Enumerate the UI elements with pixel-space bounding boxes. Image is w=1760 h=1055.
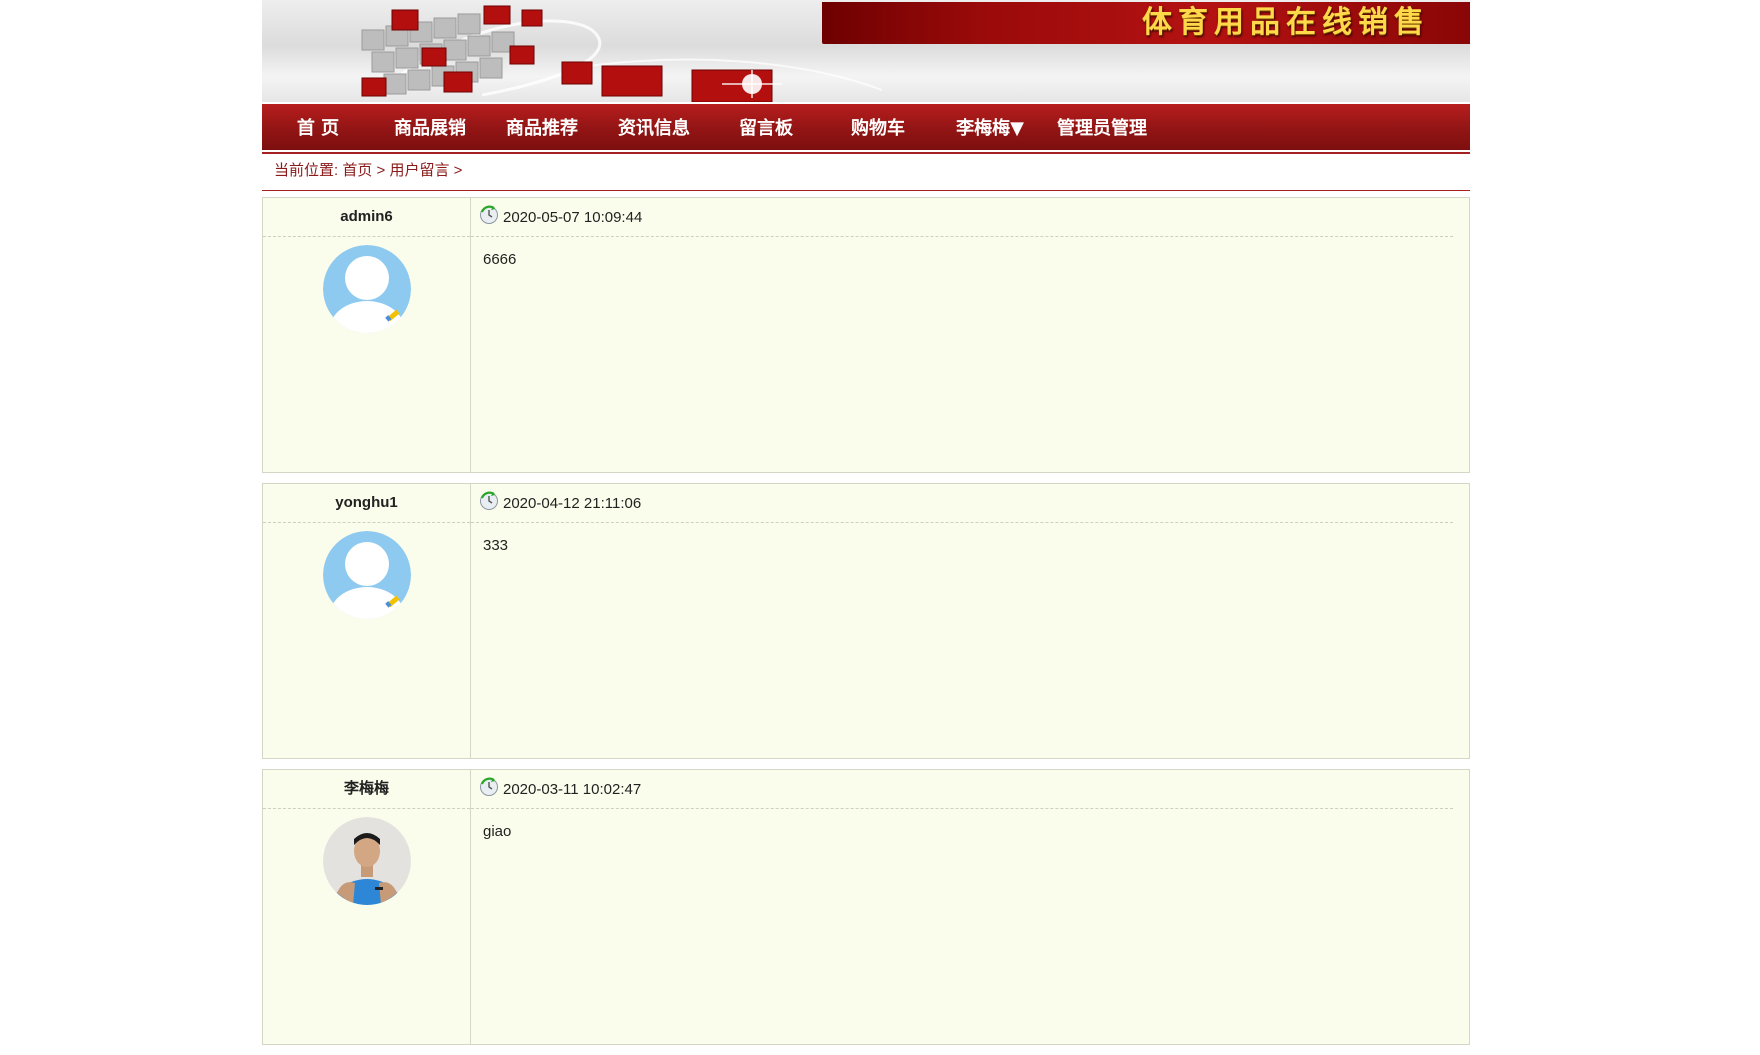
main-nav: 首 页 商品展销 商品推荐 资讯信息 留言板 购物车 李梅梅▼ 管理员管理 xyxy=(262,104,1470,152)
breadcrumb: 当前位置: 首页 > 用户留言 > xyxy=(262,152,1470,191)
message-body: 333 xyxy=(483,537,509,554)
message-time: 2020-05-07 10:09:44 xyxy=(503,208,643,226)
message-time: 2020-04-12 21:11:06 xyxy=(503,494,642,512)
nav-products[interactable]: 商品展销 xyxy=(374,114,486,140)
nav-user-menu[interactable]: 李梅梅▼ xyxy=(934,114,1046,140)
clock-refresh-icon xyxy=(479,205,499,229)
nav-recommend[interactable]: 商品推荐 xyxy=(486,114,598,140)
site-title: 体育用品在线销售 xyxy=(1142,5,1430,40)
photo-avatar xyxy=(322,817,411,905)
message-list: admin6 2020-05-07 10:09:44 6666 yonghu1 … xyxy=(262,197,1470,1045)
message-item: 李梅梅 2020-03-11 10:02:47 giao xyxy=(262,769,1470,1045)
message-author-panel: admin6 xyxy=(263,198,471,472)
message-content-panel: 2020-03-11 10:02:47 giao xyxy=(471,770,1469,1044)
default-avatar xyxy=(322,245,411,333)
message-body: giao xyxy=(483,823,512,840)
clock-refresh-icon xyxy=(479,777,499,801)
message-content-panel: 2020-05-07 10:09:44 6666 xyxy=(471,198,1469,472)
message-author-panel: 李梅梅 xyxy=(263,770,471,1044)
site-banner: 体育用品在线销售 xyxy=(262,0,1470,102)
message-username: admin6 xyxy=(263,198,470,237)
clock-refresh-icon xyxy=(479,491,499,515)
breadcrumb-home-link[interactable]: 首页 xyxy=(342,162,372,179)
message-meta: 2020-04-12 21:11:06 xyxy=(471,484,1453,523)
nav-cart[interactable]: 购物车 xyxy=(822,114,934,140)
breadcrumb-prefix: 当前位置: xyxy=(274,162,343,179)
nav-admin[interactable]: 管理员管理 xyxy=(1046,114,1158,140)
message-item: yonghu1 2020-04-12 21:11:06 333 xyxy=(262,483,1470,759)
message-username: yonghu1 xyxy=(263,484,470,523)
message-time: 2020-03-11 10:02:47 xyxy=(503,780,642,798)
message-meta: 2020-05-07 10:09:44 xyxy=(471,198,1453,237)
message-author-panel: yonghu1 xyxy=(263,484,471,758)
nav-home[interactable]: 首 页 xyxy=(262,114,374,140)
message-content-panel: 2020-04-12 21:11:06 333 xyxy=(471,484,1469,758)
default-avatar xyxy=(322,531,411,619)
message-username: 李梅梅 xyxy=(263,770,470,809)
breadcrumb-current-link[interactable]: 用户留言 xyxy=(389,162,449,179)
message-item: admin6 2020-05-07 10:09:44 6666 xyxy=(262,197,1470,473)
message-body: 6666 xyxy=(483,251,517,268)
message-meta: 2020-03-11 10:02:47 xyxy=(471,770,1453,809)
breadcrumb-separator: > xyxy=(372,162,390,179)
nav-guestbook[interactable]: 留言板 xyxy=(710,114,822,140)
breadcrumb-separator: > xyxy=(449,162,463,179)
nav-news[interactable]: 资讯信息 xyxy=(598,114,710,140)
page-container: 体育用品在线销售 首 页 商品展销 商品推荐 资讯信息 留言板 购物车 李梅梅▼… xyxy=(262,0,1470,1055)
